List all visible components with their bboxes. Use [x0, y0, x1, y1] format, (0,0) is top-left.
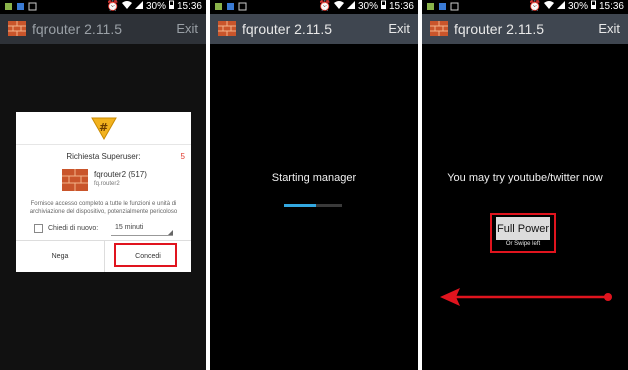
app-title: fqrouter 2.11.5: [242, 21, 333, 37]
full-power-button[interactable]: Full Power: [496, 217, 550, 240]
status-bar: ⏰ 30% 15:36: [210, 0, 418, 14]
battery-percent: 30%: [567, 1, 588, 12]
brick-wall-icon: [62, 169, 88, 191]
screen-ready: ⏰ 30% 15:36 fqrouter 2.11.5 Exit You may…: [422, 0, 628, 370]
battery-icon: [590, 0, 596, 14]
exit-button[interactable]: Exit: [388, 21, 410, 36]
app-name: fqrouter2 (517): [94, 170, 147, 179]
exit-button[interactable]: Exit: [598, 21, 620, 36]
battery-percent: 30%: [357, 1, 378, 12]
exit-button[interactable]: Exit: [176, 21, 198, 36]
svg-text:#: #: [99, 121, 108, 134]
countdown: 5: [180, 152, 185, 161]
screen-superuser-request: ⏰ 30% 15:36 fqrouter 2.11.5 Exit # Richi…: [0, 0, 206, 370]
dropdown-arrow-icon: [168, 230, 173, 235]
image-icon: [238, 2, 247, 11]
app-title: fqrouter 2.11.5: [32, 21, 123, 37]
brick-wall-icon: [218, 21, 236, 36]
action-bar: fqrouter 2.11.5 Exit: [422, 14, 628, 44]
notification-icon: [214, 2, 223, 11]
notification-icon: [4, 2, 13, 11]
notification-icon: [16, 2, 25, 11]
notification-icon: [426, 2, 435, 11]
signal-icon: [134, 0, 143, 14]
alarm-icon: ⏰: [528, 1, 541, 12]
notification-icon: [226, 2, 235, 11]
action-bar: fqrouter 2.11.5 Exit: [0, 14, 206, 44]
swipe-hint: Or Swipe left: [505, 241, 541, 247]
image-icon: [450, 2, 459, 11]
permission-description: Fornisce accesso completo a tutte le fun…: [29, 201, 178, 215]
superuser-shield-icon: #: [91, 116, 117, 141]
remember-checkbox[interactable]: [34, 224, 43, 233]
brick-wall-icon: [8, 21, 26, 36]
signal-icon: [556, 0, 565, 14]
progress-fill: [284, 204, 316, 207]
status-message: You may try youtube/twitter now: [447, 172, 603, 184]
notification-icon: [438, 2, 447, 11]
alarm-icon: ⏰: [318, 1, 331, 12]
highlight-box: [114, 243, 177, 267]
clock: 15:36: [388, 1, 414, 12]
screen-starting-manager: ⏰ 30% 15:36 fqrouter 2.11.5 Exit Startin…: [210, 0, 418, 370]
wifi-icon: [333, 0, 344, 14]
battery-icon: [380, 0, 386, 14]
clock: 15:36: [598, 1, 624, 12]
status-bar: ⏰ 30% 15:36: [0, 0, 206, 14]
swipe-left-arrow-icon: [440, 288, 612, 306]
status-bar: ⏰ 30% 15:36: [422, 0, 628, 14]
duration-select[interactable]: 15 minuti: [111, 222, 173, 236]
action-bar: fqrouter 2.11.5 Exit: [210, 14, 418, 44]
brick-wall-icon: [430, 21, 448, 36]
clock: 15:36: [176, 1, 202, 12]
dialog-title: Richiesta Superuser:: [66, 152, 141, 161]
wifi-icon: [543, 0, 554, 14]
image-icon: [28, 2, 37, 11]
progress-bar: [284, 204, 342, 207]
alarm-icon: ⏰: [106, 1, 119, 12]
signal-icon: [346, 0, 355, 14]
battery-icon: [168, 0, 174, 14]
deny-button[interactable]: Nega: [16, 240, 104, 272]
status-text: Starting manager: [271, 172, 357, 184]
app-title: fqrouter 2.11.5: [454, 21, 545, 37]
remember-label: Chiedi di nuovo:: [48, 225, 99, 232]
duration-value: 15 minuti: [115, 224, 144, 231]
app-package: fq.router2: [94, 181, 120, 187]
wifi-icon: [121, 0, 132, 14]
battery-percent: 30%: [145, 1, 166, 12]
